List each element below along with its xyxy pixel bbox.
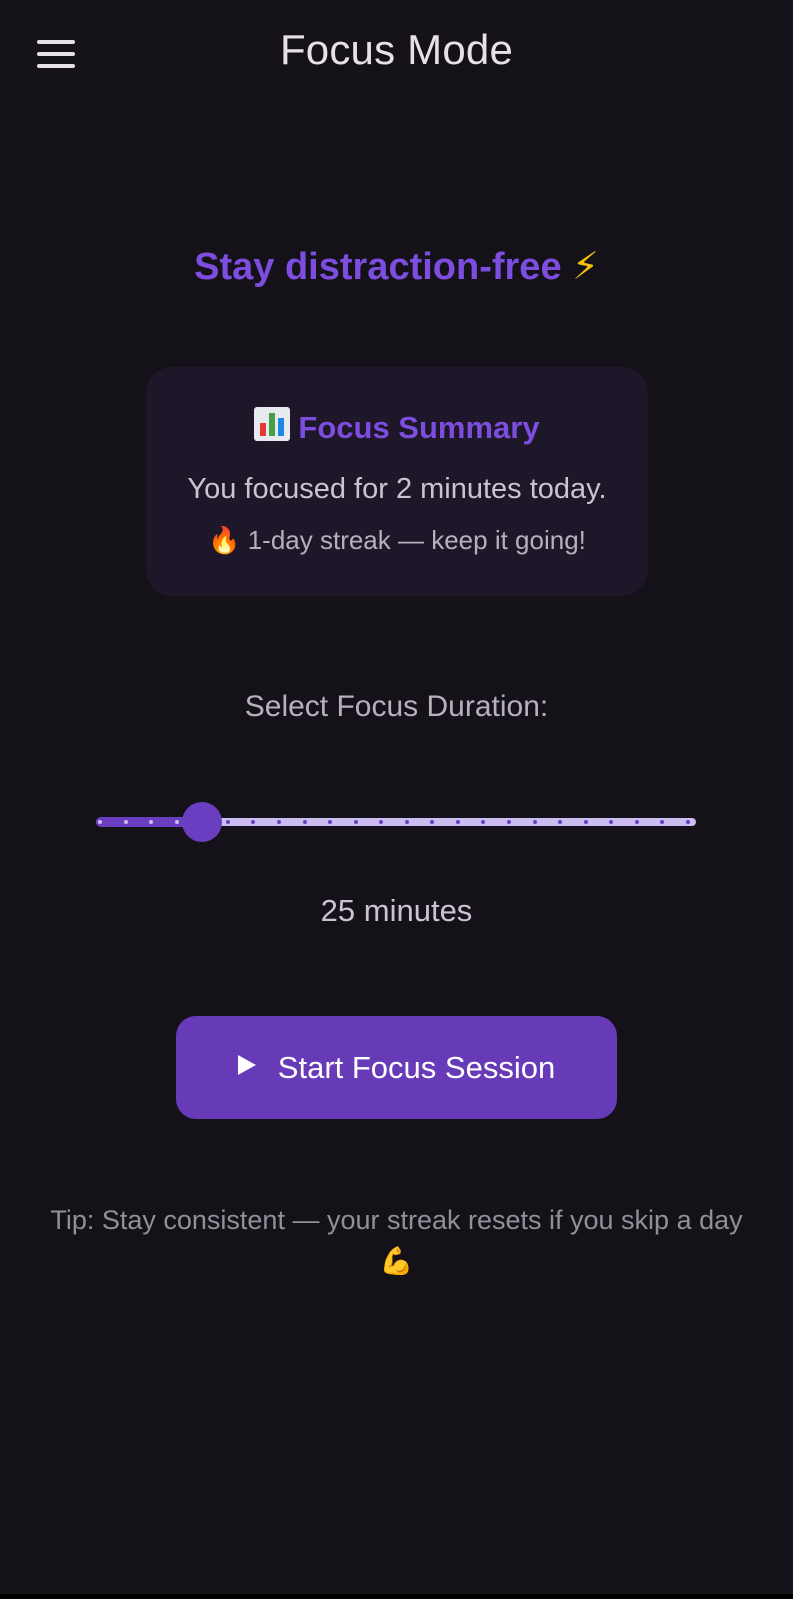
duration-value: 25 minutes (320, 893, 473, 928)
slider-tick (634, 820, 639, 824)
bar-chart-icon (254, 407, 291, 449)
slider-tick (302, 820, 307, 824)
slider-tick (404, 820, 409, 824)
headline-text: Stay distraction-free (194, 246, 562, 288)
streak-text: 🔥 1-day streak — keep it going! (208, 525, 586, 555)
slider-tick (276, 820, 281, 824)
page-title: Focus Mode (279, 26, 514, 73)
slider-tick (123, 820, 128, 824)
duration-label: Select Focus Duration: (244, 690, 549, 723)
slider-tick (353, 820, 358, 824)
slider-tick (174, 820, 179, 824)
tip-text: Tip: Stay consistent — your streak reset… (50, 1205, 743, 1276)
slider-tick (455, 820, 460, 824)
app-bar: Focus Mode (0, 0, 793, 106)
start-button-label: Start Focus Session (277, 1049, 556, 1085)
focus-time-text: You focused for 2 minutes today. (187, 473, 607, 505)
slider-tick (686, 820, 690, 824)
slider-tick (507, 820, 512, 824)
summary-title: Focus Summary (146, 407, 648, 449)
slider-tick (532, 820, 537, 824)
lightning-icon: ⚡ (572, 246, 599, 288)
slider-tick (583, 820, 588, 824)
slider-thumb[interactable] (182, 802, 223, 842)
play-icon (237, 1055, 256, 1080)
duration-slider[interactable] (96, 800, 696, 844)
slider-tick (225, 820, 230, 824)
summary-title-text: Focus Summary (298, 410, 540, 445)
headline: Stay distraction-free ⚡ (0, 244, 793, 289)
slider-tick (98, 820, 102, 824)
start-focus-session-button[interactable]: Start Focus Session (176, 1016, 617, 1119)
bottom-edge (0, 1594, 793, 1599)
focus-summary-card: Focus Summary You focused for 2 minutes … (146, 367, 648, 596)
